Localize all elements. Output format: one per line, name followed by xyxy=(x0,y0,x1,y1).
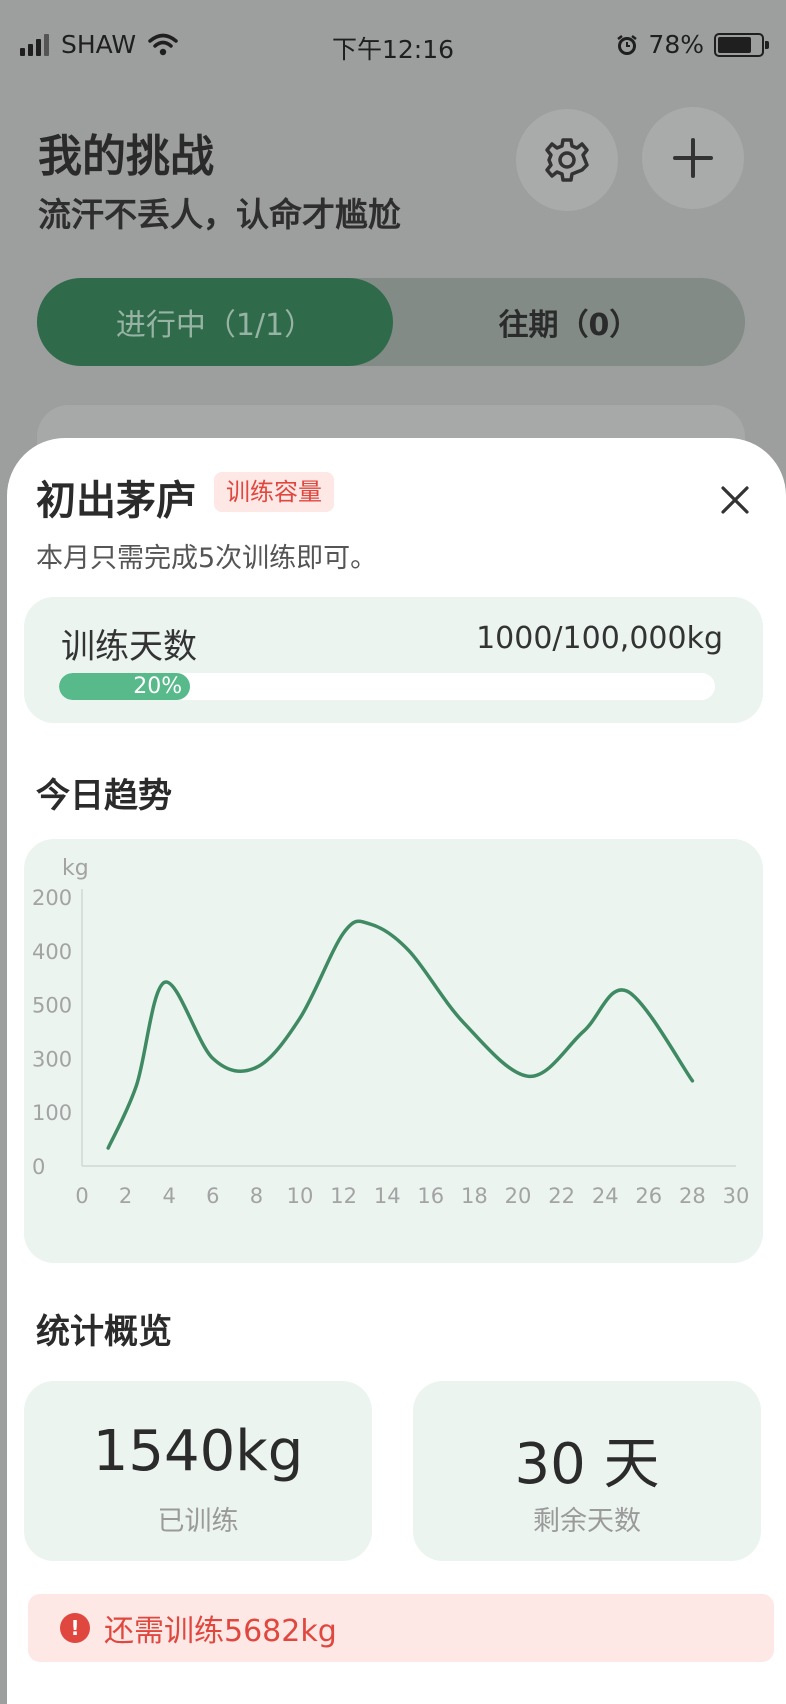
settings-button[interactable] xyxy=(516,109,618,211)
x-tick-label: 12 xyxy=(330,1184,357,1208)
add-challenge-button[interactable] xyxy=(642,107,744,209)
progress-bar: 20% xyxy=(59,673,715,700)
x-tick-label: 0 xyxy=(75,1184,88,1208)
x-tick-label: 18 xyxy=(461,1184,488,1208)
stat-trained-value: 1540kg xyxy=(92,1419,304,1484)
progress-card: 训练天数 1000/100,000kg 20% xyxy=(24,597,763,723)
y-tick-label: 400 xyxy=(32,940,72,964)
tab-past[interactable]: 往期（0） xyxy=(393,278,745,366)
x-tick-label: 4 xyxy=(163,1184,176,1208)
stat-remaining-value: 30 天 xyxy=(514,1432,660,1497)
trend-chart: kg 200 400 500 300 100 0 0 2 4 6 8 10 12 14 16 18 20 22 24 2… xyxy=(24,839,763,1263)
challenge-detail-sheet: 初出茅庐 训练容量 本月只需完成5次训练即可。 训练天数 1000/100,00… xyxy=(7,438,786,1704)
page-title: 我的挑战 xyxy=(38,131,214,182)
stats-section-title: 统计概览 xyxy=(36,1312,172,1352)
tab-in-progress[interactable]: 进行中（1/1） xyxy=(37,278,393,366)
stat-trained-label: 已训练 xyxy=(157,1506,239,1537)
battery-percent: 78% xyxy=(648,30,704,59)
alert-text: 还需训练5682kg xyxy=(104,1614,337,1649)
close-button[interactable] xyxy=(715,480,755,520)
x-tick-label: 22 xyxy=(548,1184,575,1208)
x-tick-label: 26 xyxy=(635,1184,662,1208)
x-tick-label: 28 xyxy=(679,1184,706,1208)
progress-value: 1000/100,000kg xyxy=(476,621,723,656)
y-tick-label: 200 xyxy=(32,886,72,910)
x-tick-label: 8 xyxy=(250,1184,263,1208)
status-right: 78% xyxy=(616,30,769,59)
battery-fill xyxy=(718,36,751,53)
progress-bar-fill: 20% xyxy=(59,673,191,700)
trend-section-title: 今日趋势 xyxy=(36,776,172,816)
challenge-title: 初出茅庐 xyxy=(36,478,196,524)
stat-card-trained: 1540kg 已训练 xyxy=(24,1381,372,1561)
stat-card-remaining: 30 天 剩余天数 xyxy=(413,1381,761,1561)
page-subtitle: 流汗不丢人，认命才尴尬 xyxy=(38,195,401,234)
x-tick-label: 16 xyxy=(417,1184,444,1208)
x-tick-label: 24 xyxy=(592,1184,619,1208)
y-tick-label: 300 xyxy=(32,1047,72,1071)
plus-icon xyxy=(673,138,713,178)
y-tick-label: 100 xyxy=(32,1101,72,1125)
tab-switcher: 进行中（1/1） 往期（0） xyxy=(37,278,745,366)
x-tick-label: 30 xyxy=(723,1184,750,1208)
status-bar: SHAW 下午12:16 78% xyxy=(0,0,786,90)
x-tick-label: 10 xyxy=(287,1184,314,1208)
gear-icon xyxy=(545,138,589,182)
challenge-description: 本月只需完成5次训练即可。 xyxy=(36,543,378,574)
stat-remaining-label: 剩余天数 xyxy=(533,1506,641,1537)
progress-percent: 20% xyxy=(133,674,183,699)
trend-series-line xyxy=(106,919,695,1150)
progress-label: 训练天数 xyxy=(61,627,197,667)
challenge-type-tag: 训练容量 xyxy=(214,472,334,512)
y-tick-label: 500 xyxy=(32,994,72,1018)
y-axis-unit-label: kg xyxy=(62,856,89,881)
warning-icon: ! xyxy=(60,1613,90,1643)
battery-icon xyxy=(714,32,769,57)
x-tick-label: 20 xyxy=(505,1184,532,1208)
remaining-alert: ! 还需训练5682kg xyxy=(28,1594,774,1662)
x-tick-label: 2 xyxy=(119,1184,132,1208)
x-tick-label: 14 xyxy=(374,1184,401,1208)
x-tick-label: 6 xyxy=(206,1184,219,1208)
alarm-icon xyxy=(617,34,638,55)
close-icon xyxy=(721,486,749,514)
trend-chart-svg: kg20040050030010000 2 4 6 8 10 12 14 16 18 20 22 24 2… xyxy=(32,856,750,1208)
y-tick-label: 0 xyxy=(32,1155,45,1179)
